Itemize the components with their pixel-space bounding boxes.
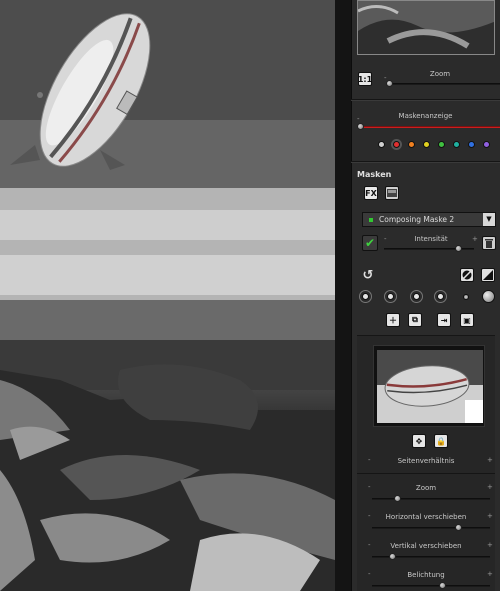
undo-icon[interactable]: ↺ [361, 268, 375, 283]
add-mask-icon[interactable]: ＋ [386, 313, 400, 327]
image-canvas[interactable] [0, 0, 335, 591]
slider-label-0: Zoom [415, 484, 437, 492]
brush-softness-large[interactable] [482, 290, 495, 303]
aspect-ratio-label: Seitenverhältnis [397, 457, 455, 465]
mask-display-label: Maskenanzeige [398, 112, 453, 120]
slider-label-1: Horizontal verschieben [385, 513, 467, 521]
mask-display-slider-knob[interactable] [357, 123, 364, 130]
chevron-down-icon[interactable]: ▼ [483, 213, 495, 226]
zoom-slider-knob[interactable] [386, 80, 393, 87]
mask-active-indicator [369, 218, 373, 222]
mask-color-7[interactable] [483, 141, 490, 148]
slider-minus-3[interactable]: - [368, 570, 371, 578]
layer-icon[interactable] [385, 186, 399, 200]
intensity-minus[interactable]: - [384, 235, 387, 243]
selected-mask-label: Composing Maske 2 [379, 215, 455, 224]
brush-softness-small[interactable] [463, 294, 469, 300]
invert-icon[interactable] [460, 268, 474, 282]
mask-color-4[interactable] [438, 141, 445, 148]
trash-icon[interactable] [482, 236, 496, 250]
mask-preview-artwork [377, 350, 483, 423]
slider-label-2: Vertikal verschieben [390, 542, 462, 550]
aspect-plus[interactable]: + [487, 456, 493, 464]
zoom-slider-track[interactable] [387, 83, 500, 85]
fx-label: FX [365, 188, 377, 198]
slider-minus-1[interactable]: - [368, 512, 371, 520]
slider-knob-2[interactable] [388, 553, 396, 560]
one-to-one-label: 1:1 [357, 74, 373, 84]
intensity-slider-knob[interactable] [455, 245, 462, 252]
zoom-label: Zoom [429, 70, 451, 78]
mask-color-2[interactable] [408, 141, 415, 148]
intensity-label: Intensität [414, 235, 448, 243]
masks-title: Masken [357, 170, 392, 179]
mask-selector-dropdown[interactable]: Composing Maske 2 ▼ [362, 212, 496, 227]
copy-mask-icon[interactable]: ⧉ [408, 313, 422, 327]
slider-track-1[interactable] [372, 527, 490, 529]
slider-track-3[interactable] [372, 585, 490, 587]
mask-color-1[interactable] [393, 141, 400, 148]
slider-minus-0[interactable]: - [368, 483, 371, 491]
canvas-artwork [0, 0, 335, 591]
one-to-one-icon[interactable]: 1:1 [358, 72, 372, 86]
intensity-plus[interactable]: + [472, 235, 478, 243]
mask-color-3[interactable] [423, 141, 430, 148]
slider-track-0[interactable] [372, 498, 490, 500]
mask-color-6[interactable] [468, 141, 475, 148]
mask-color-5[interactable] [453, 141, 460, 148]
mask-color-0[interactable] [378, 141, 385, 148]
brush-preset-3[interactable] [437, 293, 444, 300]
slider-minus-2[interactable]: - [368, 541, 371, 549]
gradient-icon[interactable] [481, 268, 495, 282]
mask-display-slider-track[interactable] [361, 126, 500, 128]
brush-preset-0[interactable] [362, 293, 369, 300]
brush-preset-1[interactable] [387, 293, 394, 300]
lock-icon[interactable]: 🔒 [434, 434, 448, 448]
navigator-image [358, 1, 494, 54]
check-icon[interactable]: ✔ [362, 235, 378, 251]
splitter-bar[interactable] [335, 0, 351, 591]
mask-display-minus[interactable]: - [357, 115, 360, 123]
slider-knob-3[interactable] [438, 582, 446, 589]
slider-plus-0[interactable]: + [487, 483, 493, 491]
fit-icon[interactable]: ✥ [412, 434, 426, 448]
import-mask-icon[interactable]: ⇥ [437, 313, 451, 327]
brush-preset-2[interactable] [413, 293, 420, 300]
slider-label-3: Belichtung [407, 571, 445, 579]
fx-icon[interactable]: FX [364, 186, 378, 200]
save-mask-icon[interactable]: ▣ [460, 313, 474, 327]
slider-plus-2[interactable]: + [487, 541, 493, 549]
slider-plus-3[interactable]: + [487, 570, 493, 578]
mask-preview-image[interactable] [377, 350, 483, 423]
slider-plus-1[interactable]: + [487, 512, 493, 520]
navigator-thumbnail[interactable] [357, 0, 495, 55]
